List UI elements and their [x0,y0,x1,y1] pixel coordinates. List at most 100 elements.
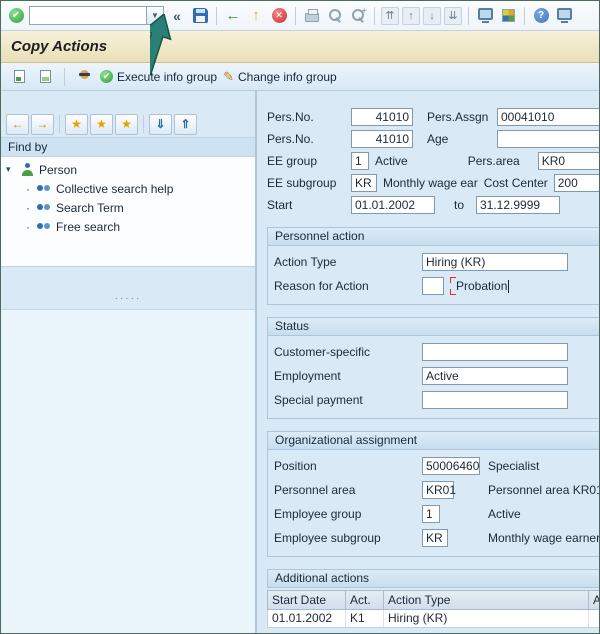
help-button[interactable]: ? [531,6,551,26]
table-header-row: Start Date Act. Action Type A [267,590,599,610]
text-cursor [508,280,510,294]
form-row: EE group 1 Active Pers.area KR0 [267,151,599,171]
cost-center-field[interactable]: 200 [553,174,599,192]
additional-actions-section: Additional actions [267,569,599,588]
sort-ascending-button[interactable]: ⇑ [174,113,197,135]
field-description: Personnel area KR01 [488,483,599,497]
customer-specific-field[interactable] [422,343,568,361]
start-date-field[interactable]: 01.01.2002 [351,196,435,214]
cancel-button[interactable]: ✕ [269,6,289,26]
tree-item-collective-search[interactable]: · Collective search help [6,179,250,198]
column-header[interactable]: Act. [346,591,384,609]
document-icon [13,70,25,83]
table-row[interactable]: 01.01.2002 K1 Hiring (KR) [267,610,599,628]
persno-field[interactable]: 41010 [351,130,413,148]
table-cell: Hiring (KR) [384,610,589,627]
field-label: Pers.area [467,154,520,168]
splitter-handle[interactable]: ····· [115,293,142,304]
persno-field[interactable]: 41010 [351,108,413,126]
plus-glyph: + [361,6,367,15]
age-field[interactable] [497,130,599,148]
field-description: Monthly wage earner [488,531,599,545]
form-row: Start 01.01.2002 to 31.12.9999 [267,195,599,215]
binoculars-icon [37,185,51,192]
employee-group-field[interactable]: 1 [422,505,440,523]
add-favorite-button[interactable]: ★ [65,113,88,135]
main-area: ← → ★ ★ ★ ⇓ ⇑ Find by ▾ Person · Collect… [1,91,599,633]
column-header[interactable]: A [589,591,599,609]
reason-text[interactable]: Probation [449,276,513,296]
position-field[interactable]: 50006460 [422,457,480,475]
employment-field[interactable]: Active [422,367,568,385]
end-date-field[interactable]: 31.12.9999 [476,196,560,214]
change-favorite-button[interactable]: ★ [90,113,113,135]
pencil-icon: ✎ [223,68,234,84]
display-doc-button[interactable] [9,67,29,87]
field-label: Cost Center [483,176,548,190]
execute-check-icon: ✔ [100,70,113,83]
reason-text-value: Probation [456,278,508,293]
last-page-icon[interactable]: ⇊ [444,6,462,25]
reason-for-action-field[interactable] [422,277,444,295]
dropdown-icon[interactable]: ▼ [147,6,164,25]
personnel-area-field[interactable]: KR01 [422,481,456,499]
exit-icon[interactable]: ↑ [246,6,266,26]
command-input[interactable] [29,6,147,25]
field-label: Special payment [274,393,363,407]
overview-button[interactable] [74,67,94,87]
collapse-icon[interactable]: « [167,6,187,26]
pers-area-field[interactable]: KR0 [537,152,599,170]
field-label: Pers.No. [267,110,314,124]
first-page-icon[interactable]: ⇈ [381,6,399,25]
save-button[interactable] [190,6,210,26]
tree-item-free-search[interactable]: · Free search [6,217,250,236]
person-icon [21,163,34,176]
binoculars-icon [37,223,51,230]
nav-back-button[interactable]: ← [6,113,29,135]
find-by-header: Find by [1,137,255,157]
column-header[interactable]: Start Date [268,591,346,609]
create-shortcut-button[interactable] [498,6,518,26]
enter-check-icon: ✔ [8,8,24,23]
panel-splitter[interactable]: ····· [1,267,255,309]
execute-info-group-button[interactable]: ✔ Execute info group [100,70,217,84]
print-button[interactable] [302,6,322,26]
form-row: Customer-specific [274,342,599,362]
section-title: Personnel action [268,228,599,246]
field-label: Personnel area [274,483,356,497]
delete-favorite-button[interactable]: ★ [115,113,138,135]
nav-forward-button[interactable]: → [31,113,54,135]
document-copy-icon [39,70,51,83]
special-payment-field[interactable] [422,391,568,409]
tree-node-person[interactable]: ▾ Person [6,160,250,179]
form-row: Action Type Hiring (KR) [274,252,599,272]
persassgn-field[interactable]: 00041010 [497,108,599,126]
toolbar-separator [216,6,217,25]
back-icon[interactable]: ← [223,6,243,26]
form-row: Personnel area KR01 Personnel area KR01 [274,480,599,500]
action-type-field[interactable]: Hiring (KR) [422,253,568,271]
find-next-button[interactable]: + [348,6,368,26]
help-icon: ? [533,8,549,23]
toolbar-separator [143,115,144,133]
ee-subgroup-field[interactable]: KR [351,174,377,192]
column-header[interactable]: Action Type [384,591,589,609]
new-session-button[interactable] [475,6,495,26]
customize-button[interactable] [554,6,574,26]
enter-button[interactable]: ✔ [6,6,26,26]
employee-subgroup-field[interactable]: KR [422,529,448,547]
customize-icon [556,8,572,23]
find-button[interactable] [325,6,345,26]
sort-descending-button[interactable]: ⇓ [149,113,172,135]
form-panel: Pers.No. 41010 Pers.Assgn 00041010 Pers.… [257,91,599,633]
page-down-icon[interactable]: ↓ [423,6,441,25]
copy-doc-button[interactable] [35,67,55,87]
field-label: Reason for Action [274,279,369,293]
ee-group-field[interactable]: 1 [351,152,369,170]
print-icon [305,9,319,22]
tree-item-search-term[interactable]: · Search Term [6,198,250,217]
expander-icon[interactable]: ▾ [6,164,16,175]
find-next-icon: + [351,6,367,22]
page-up-icon[interactable]: ↑ [402,6,420,25]
change-info-group-button[interactable]: ✎ Change info group [223,69,337,85]
